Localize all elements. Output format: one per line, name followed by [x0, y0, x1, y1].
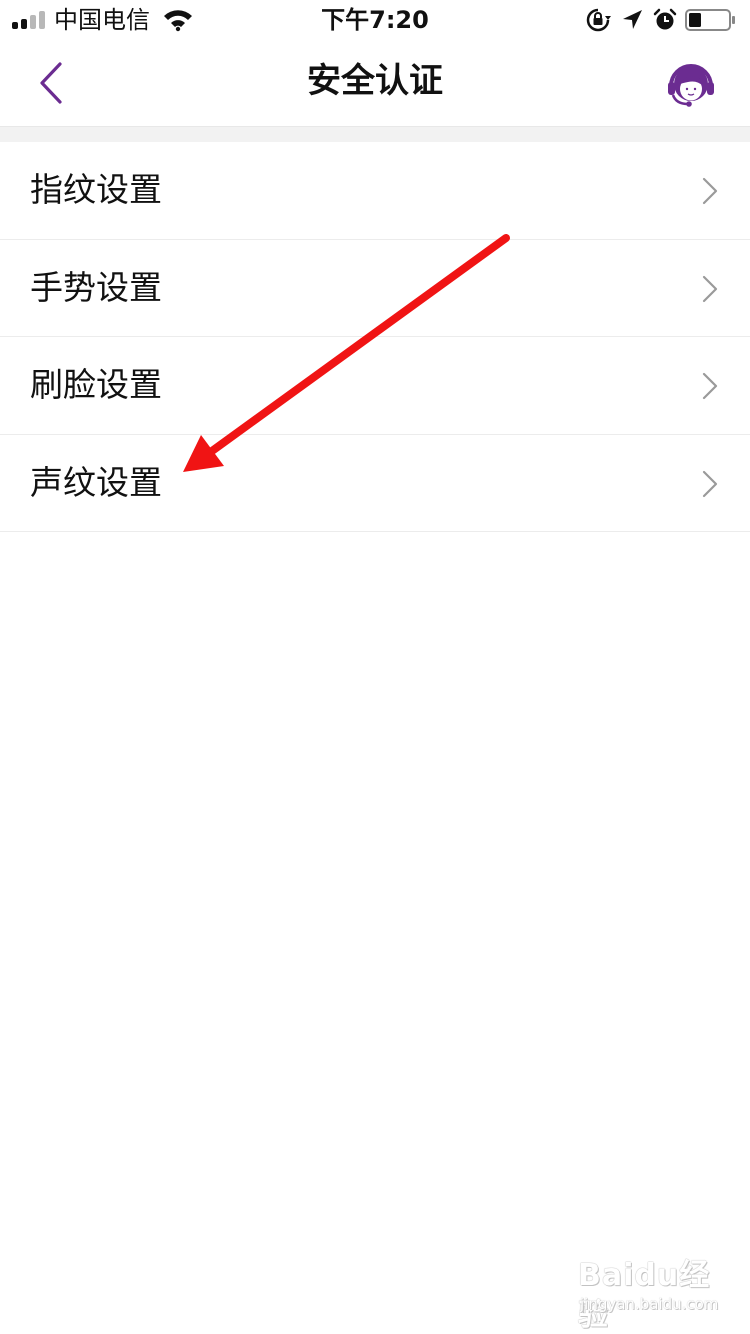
page-title: 安全认证 — [307, 61, 443, 101]
fingerprint-settings-item[interactable]: 指纹设置 — [0, 142, 750, 240]
watermark-url: jingyan.baidu.com — [580, 1295, 719, 1313]
location-icon — [623, 10, 642, 29]
rotation-lock-icon — [586, 8, 611, 32]
security-settings-list: 指纹设置 手势设置 刷脸设置 声纹设置 — [0, 142, 750, 532]
chevron-right-icon — [702, 470, 718, 497]
item-label: 刷脸设置 — [30, 365, 162, 404]
alarm-icon — [653, 8, 677, 30]
gesture-settings-item[interactable]: 手势设置 — [0, 239, 750, 337]
customer-service-button[interactable] — [664, 60, 718, 108]
nav-bar: 安全认证 — [0, 40, 750, 126]
watermark: Baidu经验 jingyan.baidu.com — [578, 1256, 728, 1333]
battery-icon — [685, 9, 735, 31]
chevron-right-icon — [702, 275, 718, 302]
customer-service-icon — [668, 64, 714, 107]
item-label: 声纹设置 — [30, 462, 162, 502]
chevron-right-icon — [702, 372, 718, 400]
section-divider — [0, 126, 750, 142]
status-bar: 中国电信 下午7:20 — [0, 0, 750, 40]
item-label: 手势设置 — [30, 267, 162, 307]
chevron-right-icon — [702, 177, 718, 205]
face-settings-item[interactable]: 刷脸设置 — [0, 337, 750, 435]
voiceprint-settings-item[interactable]: 声纹设置 — [0, 434, 750, 532]
item-label: 指纹设置 — [30, 170, 162, 209]
